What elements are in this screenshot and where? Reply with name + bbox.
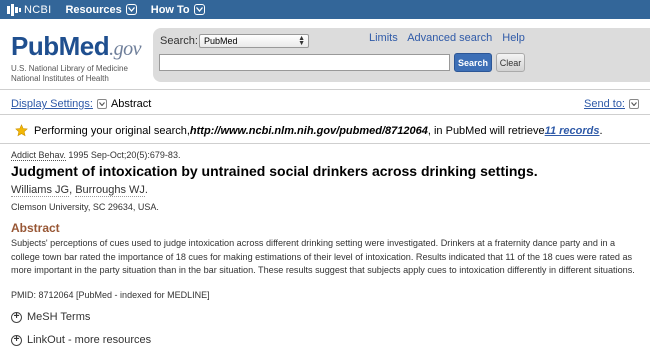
star-icon <box>15 124 28 137</box>
abstract-text: Subjects' perceptions of cues used to ju… <box>11 238 635 275</box>
notice-url: http://www.ncbi.nlm.nih.gov/pubmed/87120… <box>189 124 428 137</box>
chevron-down-icon <box>125 4 137 15</box>
search-input[interactable] <box>159 54 450 71</box>
database-select-value: PubMed <box>204 36 238 46</box>
notice-middle: , in PubMed will retrieve <box>427 124 545 137</box>
nav-resources-label: Resources <box>65 3 122 16</box>
abstract-heading: Abstract <box>11 221 60 235</box>
chevron-down-icon <box>193 4 205 15</box>
logo-gov: .gov <box>109 38 141 60</box>
pmid-line: PMID: 8712064 [PubMed - indexed for MEDL… <box>11 290 210 300</box>
logo-subtitle-2: National Institutes of Health <box>11 74 109 83</box>
linkout-label: LinkOut - more resources <box>27 334 152 346</box>
ncbi-logo-icon <box>7 3 21 16</box>
citation: Addict Behav. 1995 Sep-Oct;20(5):679-83. <box>11 150 181 161</box>
select-arrows-icon: ▲ ▼ <box>298 35 305 47</box>
nav-how-to[interactable]: How To <box>151 4 205 16</box>
author-link[interactable]: Burroughs WJ <box>75 184 145 197</box>
mesh-terms-label: MeSH Terms <box>27 311 91 323</box>
limits-link[interactable]: Limits <box>369 32 398 44</box>
pubmed-wordmark: PubMed.gov <box>11 33 141 62</box>
clear-button[interactable]: Clear <box>496 53 525 72</box>
nav-resources[interactable]: Resources <box>65 3 137 16</box>
journal-link[interactable]: Addict Behav. <box>11 150 66 161</box>
database-select[interactable]: PubMed ▲ ▼ <box>199 34 309 48</box>
plus-icon: + <box>11 334 22 346</box>
linkout-toggle[interactable]: + LinkOut - more resources <box>11 334 151 346</box>
search-links: Limits Advanced search Help <box>369 32 532 44</box>
header-divider <box>0 89 650 90</box>
mesh-terms-toggle[interactable]: + MeSH Terms <box>11 311 90 323</box>
display-settings-row: Display Settings: Abstract <box>11 98 151 110</box>
display-divider <box>0 114 650 115</box>
send-to: Send to: <box>584 98 639 110</box>
search-button[interactable]: Search <box>454 53 492 72</box>
search-notice: Performing your original search, http://… <box>15 124 603 137</box>
search-label: Search: <box>160 35 198 47</box>
pubmed-logo[interactable]: PubMed.gov U.S. National Library of Medi… <box>11 33 141 84</box>
search-panel: Search: PubMed ▲ ▼ Limits Advanced search… <box>153 28 650 82</box>
citation-details: 1995 Sep-Oct;20(5):679-83. <box>65 150 181 160</box>
send-to-link[interactable]: Send to: <box>584 98 625 110</box>
advanced-search-link[interactable]: Advanced search <box>407 32 492 44</box>
notice-prefix: Performing your original search, <box>34 124 190 137</box>
chevron-down-icon[interactable] <box>629 99 639 109</box>
notice-divider <box>0 143 650 144</box>
author-link[interactable]: Williams JG <box>11 184 70 197</box>
help-link[interactable]: Help <box>502 32 525 44</box>
ncbi-logo[interactable]: NCBI <box>7 3 52 16</box>
logo-med: Med <box>58 31 110 61</box>
chevron-down-icon[interactable] <box>96 99 107 109</box>
nav-how-to-label: How To <box>150 3 190 16</box>
logo-pub: Pub <box>11 31 59 61</box>
records-link[interactable]: 11 records <box>545 125 600 137</box>
authors: Williams JG, Burroughs WJ. <box>11 184 148 197</box>
plus-icon: + <box>11 311 22 323</box>
ncbi-logo-text: NCBI <box>24 3 52 16</box>
article-title: Judgment of intoxication by untrained so… <box>11 163 538 179</box>
display-format: Abstract <box>110 98 152 110</box>
ncbi-top-bar: NCBI Resources How To <box>0 0 650 19</box>
header: PubMed.gov U.S. National Library of Medi… <box>0 19 650 87</box>
notice-suffix: . <box>599 124 603 137</box>
affiliation: Clemson University, SC 29634, USA. <box>11 202 159 212</box>
display-settings-link[interactable]: Display Settings: <box>11 98 93 110</box>
logo-subtitle-1: U.S. National Library of Medicine <box>11 64 128 73</box>
